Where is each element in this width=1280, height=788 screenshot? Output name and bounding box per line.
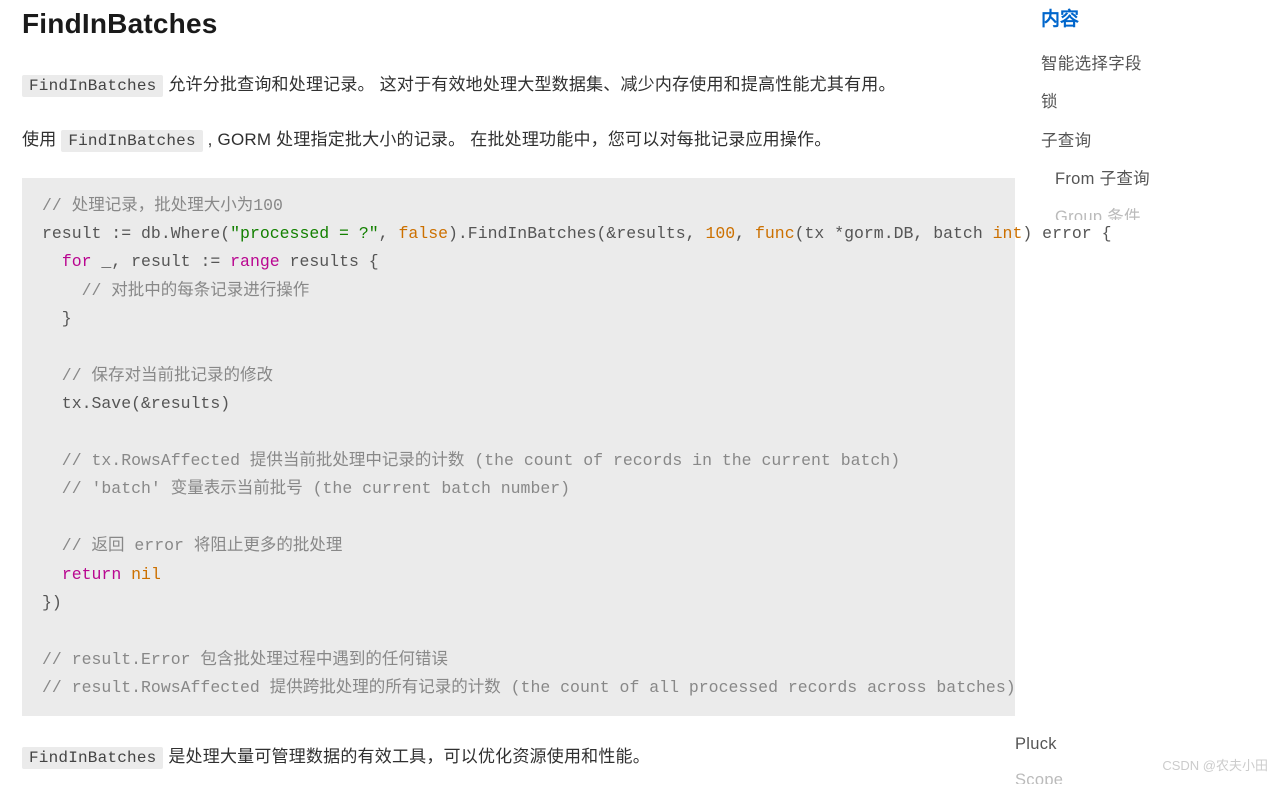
code-comment: // 处理记录，批处理大小为100	[42, 196, 283, 215]
code-const: false	[398, 224, 448, 243]
code-comment: // 对批中的每条记录进行操作	[42, 281, 309, 300]
code-comment: // 返回 error 将阻止更多的批处理	[42, 536, 342, 555]
paragraph-1: FindInBatches 允许分批查询和处理记录。 这对于有效地处理大型数据集…	[22, 68, 1015, 103]
code-keyword: range	[230, 252, 280, 271]
inline-code: FindInBatches	[61, 130, 202, 152]
code-const: nil	[131, 565, 161, 584]
main-content: FindInBatches FindInBatches 允许分批查询和处理记录。…	[0, 0, 1015, 788]
sidebar: 内容 智能选择字段 锁 子查询 From 子查询 Group 条件 Pluck …	[1015, 0, 1280, 788]
code-keyword: func	[755, 224, 795, 243]
code-comment: // result.Error 包含批处理过程中遇到的任何错误	[42, 650, 448, 669]
sidebar-item[interactable]: 智能选择字段	[1041, 45, 1250, 83]
section-heading: FindInBatches	[22, 8, 1015, 40]
sidebar-heading[interactable]: 内容	[1041, 4, 1250, 31]
inline-code: FindInBatches	[22, 747, 163, 769]
inline-code: FindInBatches	[22, 75, 163, 97]
code-block[interactable]: // 处理记录，批处理大小为100 result := db.Where("pr…	[22, 178, 1015, 717]
sidebar-item[interactable]: 子查询	[1041, 122, 1250, 160]
code-comment: // result.RowsAffected 提供跨批处理的所有记录的计数 (t…	[42, 678, 1016, 697]
code-comment: // 'batch' 变量表示当前批号 (the current batch n…	[42, 479, 570, 498]
page: FindInBatches FindInBatches 允许分批查询和处理记录。…	[0, 0, 1280, 788]
paragraph-3: FindInBatches 是处理大量可管理数据的有效工具，可以优化资源使用和性…	[22, 740, 1015, 775]
code-comment: // tx.RowsAffected 提供当前批处理中记录的计数 (the co…	[42, 451, 900, 470]
sidebar-nav: 智能选择字段 锁 子查询 From 子查询 Group 条件	[1041, 45, 1250, 220]
code-string: "processed = ?"	[230, 224, 379, 243]
watermark: CSDN @农夫小田	[1162, 755, 1268, 774]
sidebar-item[interactable]: From 子查询	[1041, 160, 1250, 198]
code-comment: // 保存对当前批记录的修改	[42, 366, 273, 385]
code-number: 100	[705, 224, 735, 243]
paragraph-2: 使用 FindInBatches , GORM 处理指定批大小的记录。 在批处理…	[22, 123, 1015, 158]
sidebar-item[interactable]: 锁	[1041, 83, 1250, 121]
code-keyword: return	[62, 565, 121, 584]
sidebar-item-truncated[interactable]: Group 条件	[1041, 198, 1250, 220]
code-keyword: for	[62, 252, 92, 271]
